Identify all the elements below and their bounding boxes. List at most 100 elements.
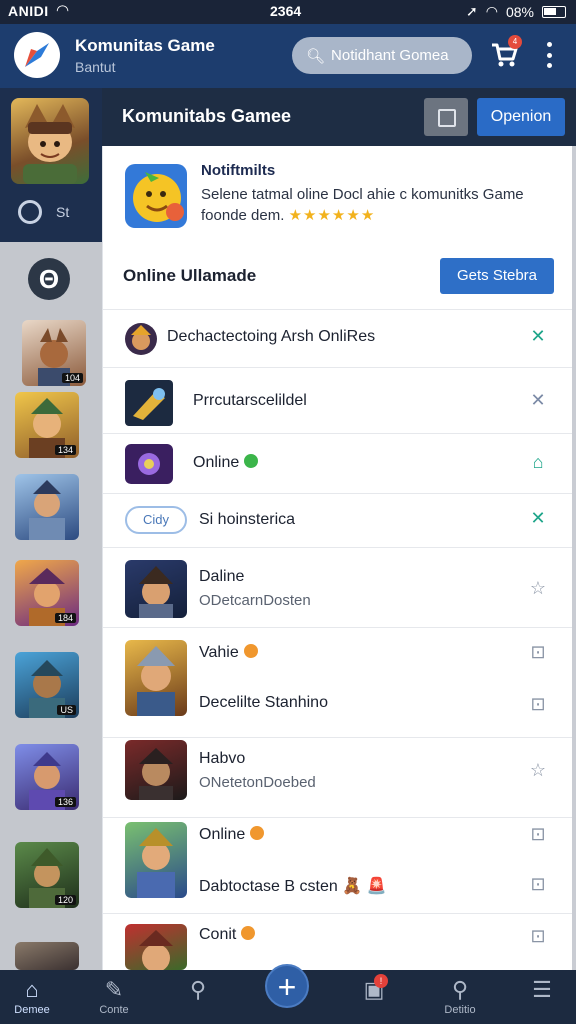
profile-avatar[interactable] bbox=[11, 98, 89, 184]
rail-profile: St bbox=[0, 88, 102, 242]
open-button[interactable]: Openion bbox=[477, 98, 565, 136]
thumb-level: 134 bbox=[54, 445, 76, 455]
list-item[interactable]: Online ⊡ bbox=[103, 818, 572, 898]
nav-home-label: Demee bbox=[14, 1004, 50, 1016]
lock-icon[interactable]: ⊡ bbox=[527, 874, 549, 895]
more-menu-icon[interactable] bbox=[540, 42, 558, 68]
game-rail: Θ 104 134 184 US 136 120 bbox=[0, 242, 102, 970]
search-placeholder: Notidhant Gomea bbox=[331, 47, 449, 64]
list-item-title: Daline bbox=[199, 568, 245, 585]
online-section-title: Online Ullamade bbox=[123, 266, 257, 285]
app-header: Komunitas Game Bantut 🔍︎ Notidhant Gomea… bbox=[0, 24, 576, 88]
list-item-avatar bbox=[125, 380, 173, 426]
tag-pill[interactable]: Cidy bbox=[125, 506, 187, 534]
notification-app-icon bbox=[125, 164, 187, 228]
list-item-title: Habvo bbox=[199, 750, 246, 767]
search-icon bbox=[18, 200, 42, 224]
nav-inbox[interactable]: ▣ ! bbox=[344, 974, 404, 1004]
rail-search-label: St bbox=[56, 204, 70, 220]
wifi-icon-right: ◠ bbox=[485, 3, 498, 19]
list-item-title: Online bbox=[193, 454, 259, 472]
nav-compose-label: Conte bbox=[99, 1004, 129, 1016]
search-icon: ⚲ bbox=[189, 977, 207, 1002]
battery-icon bbox=[542, 5, 566, 18]
list-item[interactable]: Vahie ⊡ bbox=[103, 628, 572, 716]
status-dot bbox=[241, 926, 256, 940]
home-icon: ⌂ bbox=[25, 977, 39, 1002]
list-item-title: Dabtoctase B csten 🧸 🚨 bbox=[199, 878, 387, 895]
carrier-label: ANIDI bbox=[8, 3, 49, 19]
app-logo[interactable] bbox=[14, 32, 60, 78]
app-subtitle: Bantut bbox=[75, 59, 116, 75]
status-dot bbox=[243, 644, 258, 658]
rail-game-thumb[interactable]: US bbox=[15, 652, 79, 718]
star-icon[interactable]: ☆ bbox=[527, 760, 549, 781]
battery-percent: 08% bbox=[505, 3, 534, 20]
online-section-header: Online Ullamade Gets Stebra bbox=[103, 244, 572, 310]
edit-icon: ✎ bbox=[104, 977, 124, 1002]
list-item[interactable]: Cidy Si hoinsterica ✕ bbox=[103, 494, 572, 548]
list-item-title: Vahie bbox=[199, 644, 258, 662]
thumb-level: 136 bbox=[54, 797, 76, 807]
lock-icon[interactable]: ⊡ bbox=[527, 824, 549, 845]
nav-search-label: Detitio bbox=[444, 1004, 476, 1016]
list-item-title: Online bbox=[199, 826, 265, 844]
close-icon[interactable]: ✕ bbox=[527, 390, 549, 411]
close-icon[interactable]: ✕ bbox=[527, 508, 549, 529]
rail-filter-button[interactable]: Θ bbox=[28, 258, 70, 300]
plus-icon: + bbox=[277, 969, 297, 1005]
cart-badge: 4 bbox=[508, 35, 522, 49]
cart-button[interactable]: 4 bbox=[490, 35, 522, 69]
list-item[interactable]: Online ⌂ bbox=[103, 434, 572, 494]
nav-explore[interactable]: ⚲ bbox=[168, 976, 228, 1004]
status-dot bbox=[250, 826, 265, 840]
list-item[interactable]: Habvo ONetetonDoebed ☆ bbox=[103, 738, 572, 818]
bottom-nav: ⌂ Demee ✎ Conte ⚲ + ▣ ! ⚲ Detitio ☰ bbox=[0, 964, 576, 1024]
rail-game-thumb[interactable]: 184 bbox=[15, 560, 79, 626]
list-icon: ☰ bbox=[532, 977, 552, 1002]
community-panel: Notiftmilts Selene tatmal oline Docl ahi… bbox=[102, 146, 572, 970]
online-status-dot bbox=[244, 454, 259, 468]
thumb-level: 184 bbox=[54, 613, 76, 623]
inbox-badge: ! bbox=[374, 974, 388, 988]
nav-menu[interactable]: ☰ bbox=[512, 976, 572, 1004]
search-icon: 🔍︎ bbox=[306, 47, 326, 65]
clock: 2364 bbox=[270, 3, 302, 19]
nav-home[interactable]: ⌂ Demee bbox=[2, 976, 62, 1016]
rail-game-thumb[interactable]: 104 bbox=[22, 320, 86, 386]
lock-icon[interactable]: ⊡ bbox=[527, 642, 549, 663]
list-item[interactable]: Daline ODetcarnDosten ☆ bbox=[103, 548, 572, 628]
bell-icon[interactable]: ⌂ bbox=[527, 452, 549, 473]
nav-search[interactable]: ⚲ Detitio bbox=[430, 976, 490, 1016]
lock-icon[interactable]: ⊡ bbox=[527, 926, 549, 947]
rail-game-thumb[interactable]: 136 bbox=[15, 744, 79, 810]
star-icon[interactable]: ☆ bbox=[527, 578, 549, 599]
rail-game-thumb[interactable] bbox=[15, 942, 79, 970]
lock-icon[interactable]: ⊡ bbox=[527, 694, 549, 715]
list-item[interactable]: Dechactectoing Arsh OnliRes ✕ bbox=[103, 310, 572, 368]
section-header: Komunitabs Gamee Openion bbox=[102, 88, 576, 146]
list-item[interactable]: Conit ⊡ bbox=[103, 914, 572, 970]
close-icon[interactable]: ✕ bbox=[527, 326, 549, 347]
add-button[interactable]: + bbox=[265, 964, 309, 1008]
notification-card[interactable]: Notiftmilts Selene tatmal oline Docl ahi… bbox=[103, 146, 572, 244]
list-item-avatar bbox=[125, 323, 157, 355]
list-item-title: Conit bbox=[199, 926, 256, 944]
get-games-button[interactable]: Gets Stebra bbox=[440, 258, 554, 294]
rail-game-thumb[interactable]: 134 bbox=[15, 392, 79, 458]
window-toggle-button[interactable] bbox=[424, 98, 468, 136]
rail-game-thumb[interactable]: 120 bbox=[15, 842, 79, 908]
location-icon: ➚ bbox=[466, 3, 478, 19]
list-item-avatar bbox=[125, 740, 187, 800]
list-item[interactable]: Decelilte Stanhino ⊡ bbox=[103, 682, 572, 738]
list-item[interactable]: Prrcutarscelildel ✕ bbox=[103, 368, 572, 434]
rail-game-thumb[interactable] bbox=[15, 474, 79, 540]
app-title: Komunitas Game bbox=[75, 36, 215, 55]
list-item[interactable]: Dabtoctase B csten 🧸 🚨 ⊡ bbox=[103, 868, 572, 914]
search-bar[interactable]: 🔍︎ Notidhant Gomea bbox=[292, 37, 472, 74]
rail-search[interactable]: St bbox=[18, 200, 69, 224]
nav-compose[interactable]: ✎ Conte bbox=[84, 976, 144, 1016]
list-item-title: Si hoinsterica bbox=[199, 511, 296, 528]
thumb-level: 120 bbox=[54, 895, 76, 905]
rating-stars: ★★★★★★ bbox=[288, 207, 376, 224]
